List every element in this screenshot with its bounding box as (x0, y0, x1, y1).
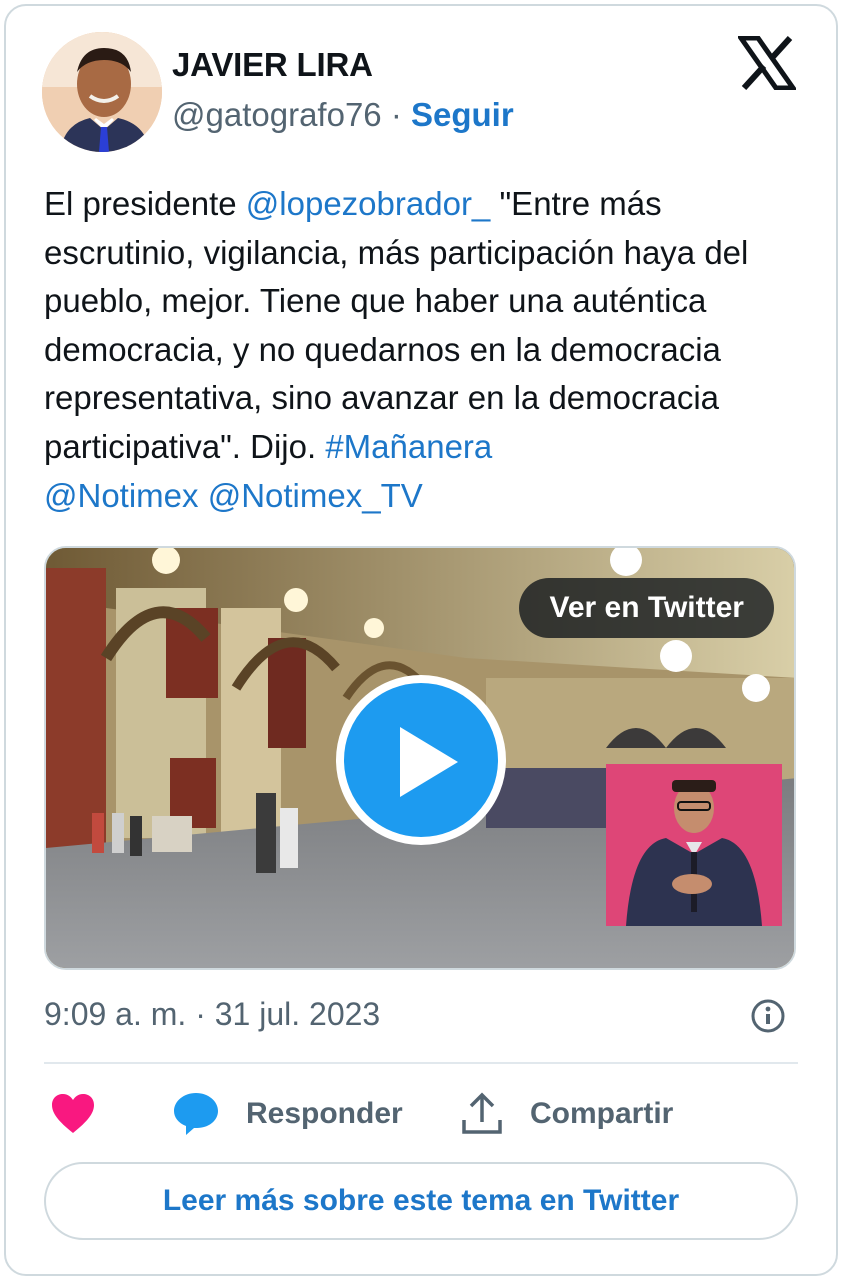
heart-icon (52, 1094, 94, 1133)
view-on-twitter-button[interactable]: Ver en Twitter (519, 578, 774, 638)
author-avatar[interactable] (42, 32, 162, 152)
reply-bubble-icon (174, 1093, 218, 1135)
hashtag-link[interactable]: #Mañanera (325, 428, 492, 465)
reply-button[interactable]: Responder (172, 1090, 403, 1138)
info-icon[interactable] (748, 996, 788, 1036)
share-button[interactable]: Compartir (460, 1090, 673, 1138)
author-handle-row: @gatografo76 · Seguir (172, 96, 514, 134)
mention-notimex[interactable]: @Notimex (44, 477, 199, 514)
read-more-button[interactable]: Leer más sobre este tema en Twitter (44, 1162, 798, 1240)
share-label: Compartir (530, 1097, 674, 1130)
play-button[interactable] (336, 675, 506, 845)
divider (44, 1062, 798, 1064)
sign-language-interpreter-inset (606, 764, 782, 926)
handle-separator: · (390, 96, 402, 133)
follow-link[interactable]: Seguir (411, 96, 514, 133)
tweet-text-body: "Entre más escrutinio, vigilancia, más p… (44, 185, 749, 465)
x-logo-icon[interactable] (736, 35, 798, 91)
play-icon (400, 727, 458, 797)
like-button[interactable] (50, 1090, 96, 1138)
reply-label: Responder (246, 1097, 403, 1130)
mention-notimex-tv[interactable]: @Notimex_TV (208, 477, 423, 514)
tweet-timestamp[interactable]: 9:09 a. m. · 31 jul. 2023 (44, 996, 380, 1033)
author-display-name[interactable]: JAVIER LIRA (172, 46, 373, 84)
share-upload-icon (462, 1092, 502, 1134)
tweet-text: El presidente @lopezobrador_ "Entre más … (44, 180, 794, 520)
video-media[interactable]: Ver en Twitter (44, 546, 796, 970)
author-handle[interactable]: @gatografo76 (172, 96, 382, 133)
mention-lopezobrador[interactable]: @lopezobrador_ (246, 185, 491, 222)
tweet-text-prefix: El presidente (44, 185, 246, 222)
